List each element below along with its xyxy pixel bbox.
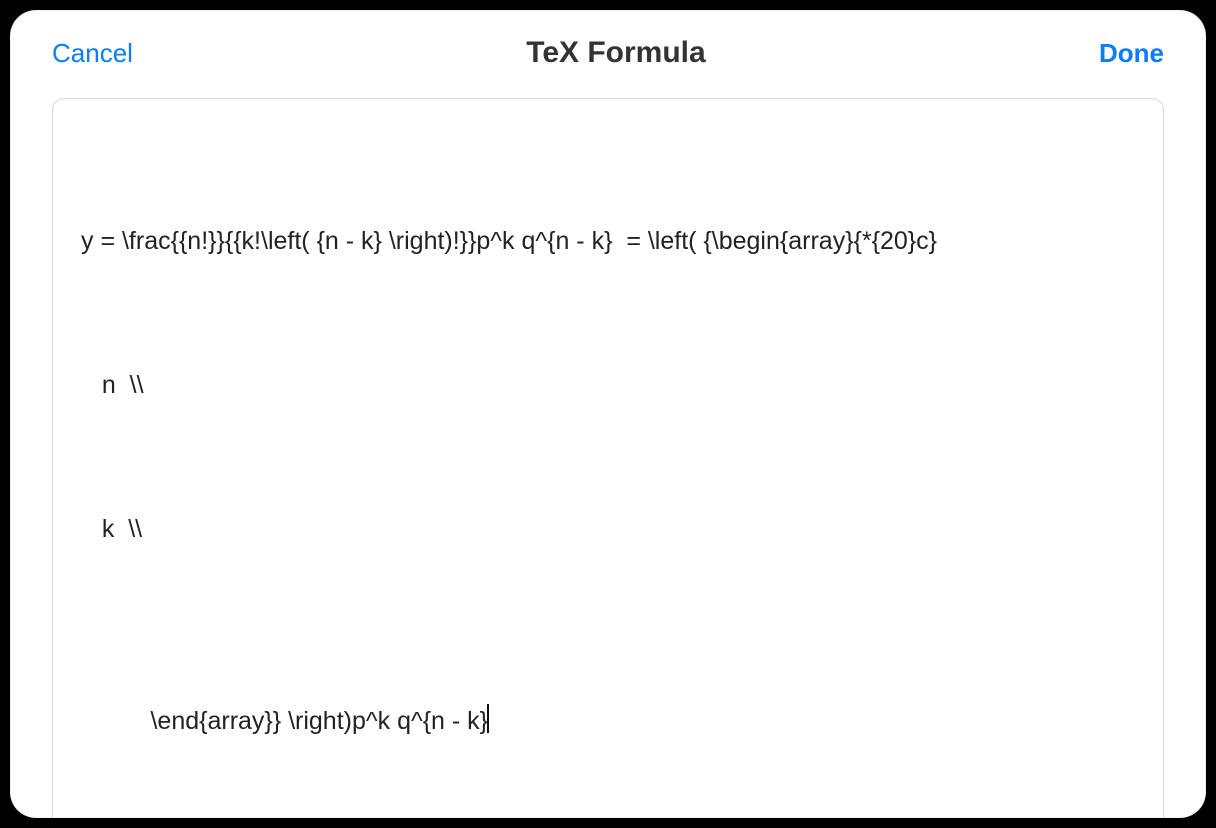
dialog-content: y = \frac{{n!}}{{k!\left( {n - k} \right…: [10, 78, 1206, 818]
editor-line: n \\: [81, 361, 1135, 409]
dialog-title: TeX Formula: [133, 36, 1099, 70]
tex-formula-dialog: Cancel TeX Formula Done y = \frac{{n!}}{…: [10, 10, 1206, 818]
editor-line: \end{array}} \right)p^k q^{n - k}: [81, 649, 1135, 793]
editor-line: k \\: [81, 505, 1135, 553]
text-caret: [487, 704, 489, 733]
editor-line: y = \frac{{n!}}{{k!\left( {n - k} \right…: [81, 217, 1135, 265]
tex-source-editor[interactable]: y = \frac{{n!}}{{k!\left( {n - k} \right…: [52, 98, 1164, 818]
dialog-header: Cancel TeX Formula Done: [10, 10, 1206, 78]
done-button[interactable]: Done: [1099, 38, 1164, 69]
cancel-button[interactable]: Cancel: [52, 38, 133, 69]
